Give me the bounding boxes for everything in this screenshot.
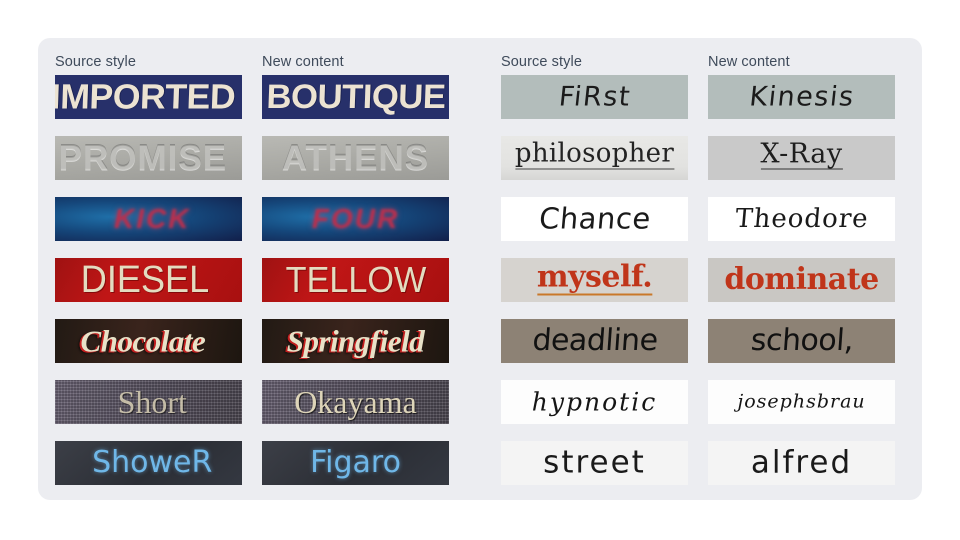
- right-group: Source style New content FiRst Kinesis p…: [501, 53, 905, 485]
- source-style-image: IMPORTED: [55, 75, 242, 119]
- new-content-image: josephsbrau: [708, 380, 895, 424]
- new-content-image: alfred: [708, 441, 895, 485]
- source-style-image: street: [501, 441, 688, 485]
- source-style-image: Chance: [501, 197, 688, 241]
- source-style-image: hypnotic: [501, 380, 688, 424]
- new-content-image: TELLOW: [262, 258, 449, 302]
- group-divider-space: [459, 53, 501, 482]
- new-content-image: FOUR: [262, 197, 449, 241]
- panel-halves: Source style New content IMPORTED BOUTIQ…: [38, 38, 922, 500]
- source-style-image: KICK: [55, 197, 242, 241]
- new-content-image: school,: [708, 319, 895, 363]
- source-style-text: myself.: [536, 259, 653, 296]
- new-content-image: X-Ray: [708, 136, 895, 180]
- right-group-headers: Source style New content: [501, 53, 905, 71]
- sample-row: hypnotic josephsbrau: [501, 380, 905, 424]
- source-style-image: deadline: [501, 319, 688, 363]
- source-style-text: Chance: [537, 201, 652, 236]
- new-content-image: Theodore: [708, 197, 895, 241]
- sample-row: Chocolate Springfield: [55, 319, 459, 363]
- samples-panel: Source style New content IMPORTED BOUTIQ…: [38, 38, 922, 500]
- sample-row: deadline school,: [501, 319, 905, 363]
- source-style-text: IMPORTED: [55, 77, 236, 117]
- column-header-new-content-right: New content: [708, 54, 790, 70]
- source-style-text: philosopher: [514, 138, 675, 170]
- sample-row: ShoweR Figaro: [55, 441, 459, 485]
- sample-row: philosopher X-Ray: [501, 136, 905, 180]
- sample-row: street alfred: [501, 441, 905, 485]
- right-group-grid: FiRst Kinesis philosopher X-Ray Chance T…: [501, 75, 905, 485]
- new-content-text: FOUR: [311, 203, 400, 234]
- source-style-text: PROMISE: [58, 138, 228, 178]
- sample-row: KICK FOUR: [55, 197, 459, 241]
- source-style-text: street: [543, 444, 646, 481]
- sample-row: IMPORTED BOUTIQUE: [55, 75, 459, 119]
- new-content-image: Springfield: [262, 319, 449, 363]
- new-content-text: Theodore: [733, 204, 870, 234]
- source-style-image: Chocolate: [55, 319, 242, 363]
- source-style-text: ShoweR: [92, 445, 213, 480]
- new-content-text: TELLOW: [285, 259, 426, 300]
- left-group: Source style New content IMPORTED BOUTIQ…: [55, 53, 459, 485]
- source-style-text: Short: [117, 384, 187, 420]
- sample-row: Short Okayama: [55, 380, 459, 424]
- sample-row: DIESEL TELLOW: [55, 258, 459, 302]
- column-header-source-style-left: Source style: [55, 54, 136, 70]
- source-style-image: FiRst: [501, 75, 688, 119]
- new-content-text: dominate: [724, 262, 879, 297]
- new-content-image: dominate: [708, 258, 895, 302]
- source-style-image: Short: [55, 380, 242, 424]
- sample-row: FiRst Kinesis: [501, 75, 905, 119]
- column-header-new-content-left: New content: [262, 54, 344, 70]
- source-style-text: Chocolate: [80, 323, 206, 359]
- left-group-headers: Source style New content: [55, 53, 459, 71]
- source-style-text: KICK: [114, 203, 191, 234]
- new-content-text: BOUTIQUE: [265, 78, 446, 116]
- new-content-text: school,: [749, 323, 854, 358]
- source-style-image: myself.: [501, 258, 688, 302]
- new-content-text: Figaro: [310, 445, 401, 480]
- new-content-text: X-Ray: [760, 138, 843, 170]
- new-content-image: Okayama: [262, 380, 449, 424]
- source-style-image: ShoweR: [55, 441, 242, 485]
- new-content-image: Figaro: [262, 441, 449, 485]
- new-content-text: alfred: [750, 444, 853, 481]
- new-content-text: Springfield: [286, 323, 425, 359]
- sample-row: Chance Theodore: [501, 197, 905, 241]
- new-content-text: josephsbrau: [737, 390, 866, 413]
- column-header-source-style-right: Source style: [501, 54, 582, 70]
- source-style-image: PROMISE: [55, 136, 242, 180]
- sample-row: myself. dominate: [501, 258, 905, 302]
- source-style-text: deadline: [530, 323, 659, 358]
- source-style-text: FiRst: [556, 81, 633, 113]
- new-content-text: Kinesis: [747, 81, 856, 113]
- sample-row: PROMISE ATHENS: [55, 136, 459, 180]
- source-style-text: hypnotic: [531, 387, 658, 417]
- new-content-image: ATHENS: [262, 136, 449, 180]
- new-content-image: Kinesis: [708, 75, 895, 119]
- source-style-image: DIESEL: [55, 258, 242, 302]
- left-group-grid: IMPORTED BOUTIQUE PROMISE ATHENS KICK FO…: [55, 75, 459, 485]
- new-content-text: ATHENS: [281, 138, 430, 178]
- source-style-text: DIESEL: [80, 259, 209, 301]
- new-content-text: Okayama: [294, 384, 417, 420]
- new-content-image: BOUTIQUE: [262, 75, 449, 119]
- source-style-image: philosopher: [501, 136, 688, 180]
